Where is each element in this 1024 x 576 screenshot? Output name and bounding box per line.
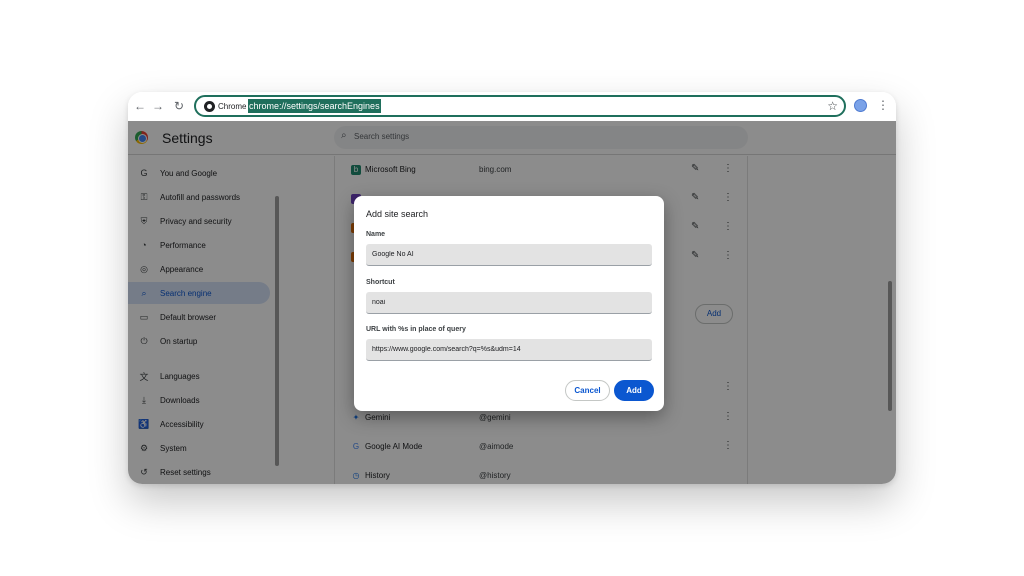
url-text[interactable]: chrome://settings/searchEngines [248,99,381,113]
forward-arrow-icon[interactable]: → [150,98,166,114]
name-field[interactable] [366,244,652,266]
shortcut-field[interactable] [366,292,652,314]
name-label: Name [366,231,386,238]
chip-label: Chrome [218,101,247,111]
browser-menu-icon[interactable]: ⋮ [877,98,889,112]
cancel-button[interactable]: Cancel [565,380,610,401]
add-site-search-dialog: Add site search Name Shortcut URL with %… [354,196,664,411]
address-bar[interactable]: Chrome chrome://settings/searchEngines ☆ [194,95,846,117]
shortcut-label: Shortcut [366,279,395,286]
browser-toolbar: ← → ↻ Chrome chrome://settings/searchEng… [128,92,896,121]
stage: ← → ↻ Chrome chrome://settings/searchEng… [0,0,1024,576]
back-arrow-icon[interactable]: ← [132,98,148,114]
bookmark-star-icon[interactable]: ☆ [827,98,838,114]
url-label: URL with %s in place of query [366,326,466,333]
dialog-title: Add site search [366,209,429,219]
chrome-icon [204,100,215,112]
url-field[interactable] [366,339,652,361]
profile-avatar[interactable] [854,99,867,112]
add-button[interactable]: Add [614,380,654,401]
reload-icon[interactable]: ↻ [171,98,187,114]
site-info-chip[interactable]: Chrome [200,98,253,114]
browser-window: ← → ↻ Chrome chrome://settings/searchEng… [128,92,896,484]
